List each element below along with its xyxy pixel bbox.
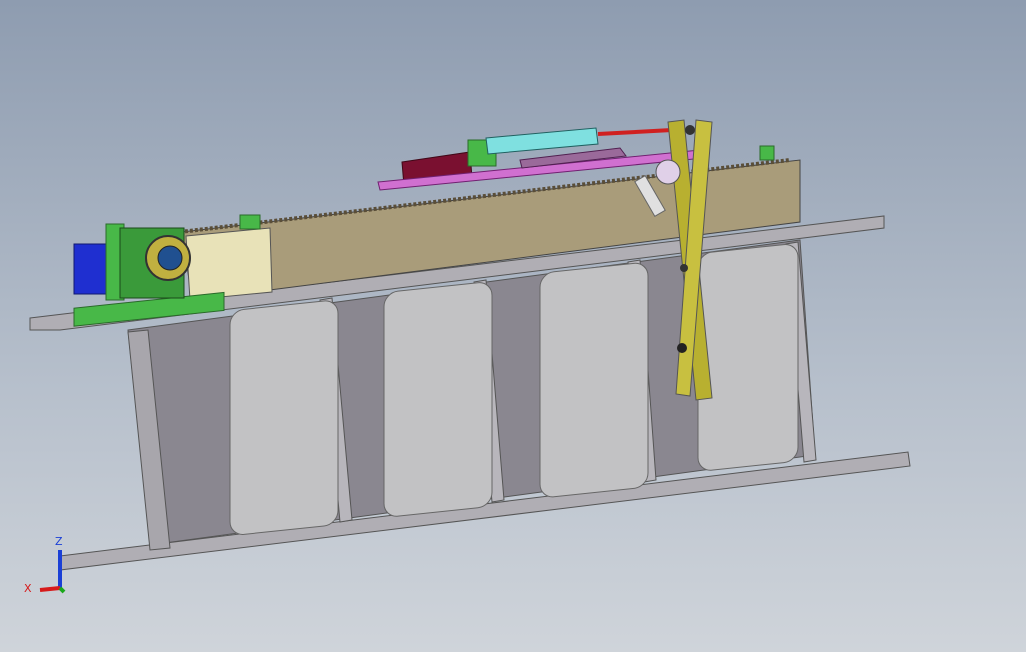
axis-triad: Z X — [24, 535, 66, 595]
pivot-pin — [680, 264, 688, 272]
web-panel — [229, 300, 339, 535]
web-panel — [383, 282, 493, 517]
3d-viewport[interactable]: Z X — [0, 0, 1026, 652]
web-panel — [697, 244, 799, 471]
piston-rod[interactable] — [597, 128, 673, 136]
web-panel — [539, 262, 649, 498]
pivot-pin — [685, 125, 695, 135]
y-axis — [58, 586, 66, 594]
corner-bracket — [239, 214, 261, 230]
pivot-pin — [677, 343, 687, 353]
cam-wheel — [655, 159, 681, 185]
model-canvas[interactable]: Z X — [0, 0, 1026, 652]
rail-end-block — [185, 227, 273, 301]
pneumatic-cylinder[interactable] — [485, 127, 599, 155]
x-axis-label: X — [24, 582, 32, 595]
end-bracket — [759, 145, 775, 161]
x-axis — [39, 586, 61, 592]
sprocket-hub — [157, 245, 183, 271]
z-axis-label: Z — [55, 535, 63, 548]
